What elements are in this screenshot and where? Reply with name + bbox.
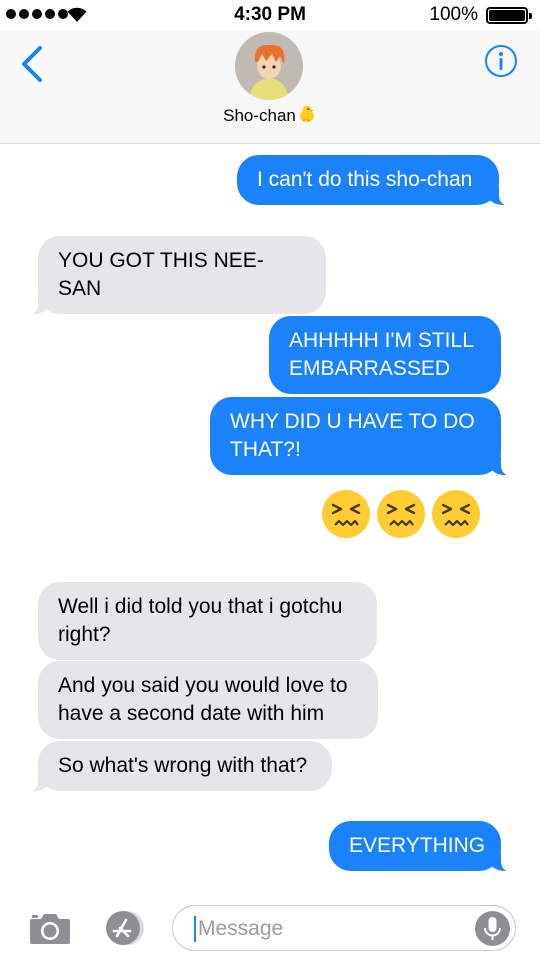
app-store-icon[interactable] <box>100 910 148 946</box>
timestamp-divider <box>0 136 540 146</box>
message-incoming[interactable]: Well i did told you that i gotchu right? <box>38 582 377 660</box>
message-incoming[interactable]: And you said you would love to have a se… <box>38 661 378 739</box>
message-incoming[interactable]: YOU GOT THIS NEE-SAN <box>24 236 326 315</box>
compose-bar <box>0 894 540 960</box>
microphone-button[interactable] <box>475 911 510 946</box>
confounded-face-icon <box>432 490 480 538</box>
info-icon[interactable] <box>484 44 518 78</box>
conversation-header: Sho-chan <box>0 30 540 144</box>
camera-icon[interactable] <box>28 910 72 946</box>
confounded-face-icon <box>322 490 370 538</box>
contact-avatar[interactable] <box>235 32 303 100</box>
emoji-reply[interactable] <box>320 488 482 540</box>
back-chevron-icon[interactable] <box>18 44 48 84</box>
message-outgoing[interactable]: WHY DID U HAVE TO DO THAT?! <box>210 397 515 476</box>
status-bar: 4:30 PM 100% <box>0 0 540 30</box>
contact-name-label: Sho-chan <box>223 106 296 125</box>
battery-percentage: 100% <box>429 4 478 25</box>
message-outgoing[interactable]: AHHHHH I'M STILL EMBARRASSED <box>269 316 501 394</box>
battery-icon <box>486 7 532 24</box>
baby-chick-icon <box>299 105 314 122</box>
microphone-icon <box>484 917 501 940</box>
message-input[interactable] <box>198 914 458 944</box>
confounded-face-icon <box>377 490 425 538</box>
contact-name[interactable]: Sho-chan <box>0 103 540 126</box>
message-incoming[interactable]: So what's wrong with that? <box>24 741 332 792</box>
message-outgoing[interactable]: I can't do this sho-chan <box>237 155 513 206</box>
text-caret <box>194 916 196 942</box>
message-outgoing[interactable]: EVERYTHING <box>329 821 515 872</box>
message-field[interactable] <box>172 905 516 951</box>
